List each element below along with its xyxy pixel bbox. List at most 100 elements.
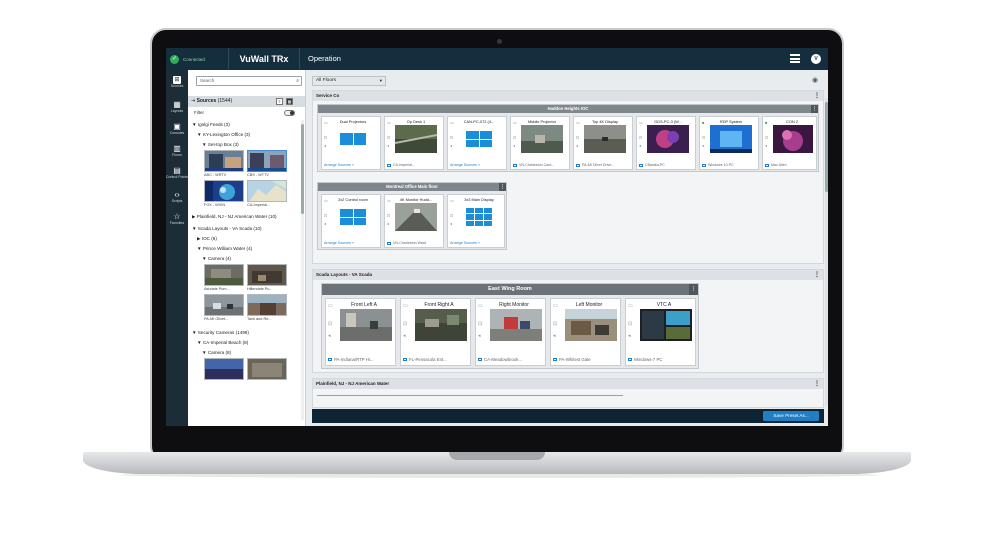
display-tile[interactable]: ▭ ⊡ ◂ Left Monitor PA-Whitest Gate <box>550 298 621 366</box>
source-thumbnail[interactable] <box>204 358 244 380</box>
tile-footer[interactable]: PA-Indiana/RTP Hi... <box>328 357 394 362</box>
display-tile[interactable]: ▭ ⊡ ◂ 3x3 Main Display Arrange Sources » <box>447 194 505 248</box>
display-tile[interactable]: ▭ ⊡ ◂ Front Left A PA-Indiana/RTP Hi... <box>325 298 396 366</box>
wall-montreal: Montreal Office Main floor ⋮ ▭ ⊡ ◂ 2x2 C… <box>317 182 507 250</box>
tile-footer[interactable]: VN-Charleston Card... <box>513 163 569 167</box>
source-thumbnail[interactable] <box>247 294 287 316</box>
tile-footer[interactable]: CBastka-PC <box>639 163 695 167</box>
tile-footer[interactable]: PA-Whitest Gate <box>553 357 619 362</box>
floor-select[interactable]: All Floors ▾ <box>312 76 386 86</box>
tree-node[interactable]: ▼ Camera (4) <box>202 256 231 261</box>
tree-node[interactable]: ▼ Scada Layouts - VA Scada (10) <box>192 226 262 231</box>
lock-icon: ⊡ <box>478 321 483 327</box>
tree-node[interactable]: ▼ Camera (8) <box>202 350 231 355</box>
tile-footer[interactable]: Windows 10 PC <box>702 163 758 167</box>
tree-node[interactable]: ▼ KY-Lexington Office (3) <box>197 132 250 137</box>
tree-node[interactable]: ▼ Igolgi Feeds (3) <box>192 122 230 127</box>
user-avatar[interactable]: V <box>811 54 821 64</box>
laptop-base <box>83 452 911 474</box>
search-icon[interactable]: ⌕ <box>296 77 299 85</box>
rail-label: Consoles <box>169 131 185 135</box>
more-options-icon[interactable]: ⋮ <box>814 379 820 389</box>
tree-node[interactable]: ▼ Set-top Box (3) <box>202 142 239 147</box>
wall-title[interactable]: Haddon Heights IOC ⋮ <box>318 105 818 113</box>
filter-toggle[interactable] <box>284 110 295 116</box>
source-icon <box>639 163 643 167</box>
display-tile[interactable]: ■ ⊡ ◂ RDP System Windows 10 PC <box>699 116 759 170</box>
main-scrollbar[interactable] <box>825 98 828 406</box>
display-tile[interactable]: ■ ⊡ ◂ CON 2 Mac Allen <box>762 116 817 170</box>
grid-view-icon[interactable]: ▦ <box>286 98 293 105</box>
display-icon: ▭ <box>628 303 633 309</box>
source-thumbnail[interactable] <box>204 294 244 316</box>
section-title[interactable]: Plainfield, NJ - NJ American Water ⋮ <box>313 379 823 389</box>
source-thumbnail[interactable] <box>247 358 287 380</box>
wall-title[interactable]: Montreal Office Main floor ⋮ <box>318 183 506 191</box>
list-view-icon[interactable]: ≡ <box>276 98 283 105</box>
display-tile[interactable]: ▭ ⊡ ◂ Middle Projector VN-Charleston Car… <box>510 116 570 170</box>
display-tile[interactable]: ▭ ⊡ ◂ Top 4K Display PA-Mt Olivet Drive.… <box>573 116 633 170</box>
sources-header[interactable]: ⇥ Sources (1544) ≡ ▦ <box>188 96 305 107</box>
tree-node[interactable]: ▼ CA-Imperial Beach (8) <box>197 340 248 345</box>
display-icon: ▭ <box>478 303 483 309</box>
more-options-icon[interactable]: ⋮ <box>689 284 698 295</box>
source-thumbnail[interactable] <box>204 180 244 202</box>
section-title[interactable]: Service Co ⋮ <box>313 91 823 101</box>
more-options-icon[interactable]: ⋮ <box>814 270 820 280</box>
section-title[interactable]: Scada Layouts - VA Scada ⋮ <box>313 270 823 280</box>
eye-icon[interactable]: ◉ <box>812 76 818 84</box>
rail-item-favorites[interactable]: ☆ Favorites <box>166 210 188 232</box>
thumbnail-caption: ABC - WRTV <box>204 173 227 177</box>
tile-footer[interactable]: Arrange Sources » <box>324 241 380 245</box>
display-tile[interactable]: ▭ ⊡ ◂ Op Desk 1 CA-Imperial... <box>384 116 444 170</box>
rail-item-control-points[interactable]: ▤ Control Points <box>166 164 188 186</box>
thumbnail-caption: Ashdale Pum... <box>204 287 230 291</box>
source-tree: ▼ Igolgi Feeds (3) ▼ KY-Lexington Office… <box>188 120 300 424</box>
rail-item-scripts[interactable]: ‹› Scripts <box>166 188 188 210</box>
tree-node[interactable]: ▼ Security Cameras (1499) <box>192 330 249 335</box>
more-options-icon[interactable]: ⋮ <box>499 183 506 191</box>
tree-node[interactable]: ▶ Plainfield, NJ - NJ American Water (10… <box>192 214 277 220</box>
rail-item-layouts[interactable]: ▦ Layouts <box>166 98 188 120</box>
rail-label: Floors <box>172 153 182 157</box>
display-tile[interactable]: ▭ ⊡ ◂ Right Monitor CA-Meadowbrook... <box>475 298 546 366</box>
menu-icon[interactable] <box>790 54 800 63</box>
tile-footer[interactable]: FL-Pensacola Ent... <box>403 357 469 362</box>
more-options-icon[interactable]: ⋮ <box>814 91 820 101</box>
tile-source-name: CA-Meadowbrook... <box>484 357 522 362</box>
tile-footer[interactable]: Arrange Sources » <box>450 163 506 167</box>
save-preset-button[interactable]: Save Preset As... <box>763 411 819 421</box>
tile-footer[interactable]: Arrange Sources » <box>450 241 506 245</box>
source-icon <box>478 358 482 362</box>
source-thumbnail[interactable] <box>247 180 287 202</box>
rail-item-sources[interactable]: ⊞ Sources <box>166 74 188 96</box>
display-tile[interactable]: ▭ ⊡ ◂ VTC A Windows-7 PC <box>625 298 696 366</box>
display-tile[interactable]: ▭ ⊡ ◂ CAN-PC-072 (4... Arrange Sources » <box>447 116 507 170</box>
display-tile[interactable]: ▭ ⊡ ◂ GDS-PC-3 (W... CBastka-PC <box>636 116 696 170</box>
rail-item-floors[interactable]: ▥ Floors <box>166 142 188 164</box>
display-tile[interactable]: ▭ ⊡ ◂ 2x2 Control room Arrange Sources » <box>321 194 381 248</box>
search-input[interactable]: Search ⌕ <box>196 76 302 86</box>
source-thumbnail[interactable] <box>247 150 287 172</box>
tile-footer[interactable]: Windows-7 PC <box>628 357 694 362</box>
tile-footer[interactable]: Mac Allen <box>765 163 821 167</box>
audio-icon: ◂ <box>450 143 453 148</box>
source-thumbnail[interactable] <box>247 264 287 286</box>
more-options-icon[interactable]: ⋮ <box>811 105 818 113</box>
tree-node[interactable]: ▼ Prince William Water (4) <box>197 246 252 251</box>
sources-scrollbar[interactable] <box>301 120 304 420</box>
rail-item-consoles[interactable]: ▣ Consoles <box>166 120 188 142</box>
tile-footer[interactable]: PA-Mt Olivet Drive... <box>576 163 632 167</box>
source-thumbnail[interactable] <box>204 150 244 172</box>
tree-node[interactable]: ▶ IOC (6) <box>197 236 217 242</box>
tile-footer[interactable]: Arrange Sources » <box>324 163 380 167</box>
display-tile[interactable]: ▭ ⊡ ◂ Dual Projectors Arrange Sources » <box>321 116 381 170</box>
tile-footer[interactable]: CA-Imperial... <box>387 163 443 167</box>
display-tile[interactable]: ▭ ⊡ ◂ 4K Monitor Hudd... VN-Charleston W… <box>384 194 444 248</box>
tile-footer[interactable]: VN-Charleston Ward <box>387 241 443 245</box>
source-thumbnail[interactable] <box>204 264 244 286</box>
audio-icon: ◂ <box>478 333 481 339</box>
display-tile[interactable]: ▭ ⊡ ◂ Front Right A FL-Pensacola Ent... <box>400 298 471 366</box>
wall-title[interactable]: East Wing Room ⋮ <box>322 284 698 295</box>
tile-footer[interactable]: CA-Meadowbrook... <box>478 357 544 362</box>
